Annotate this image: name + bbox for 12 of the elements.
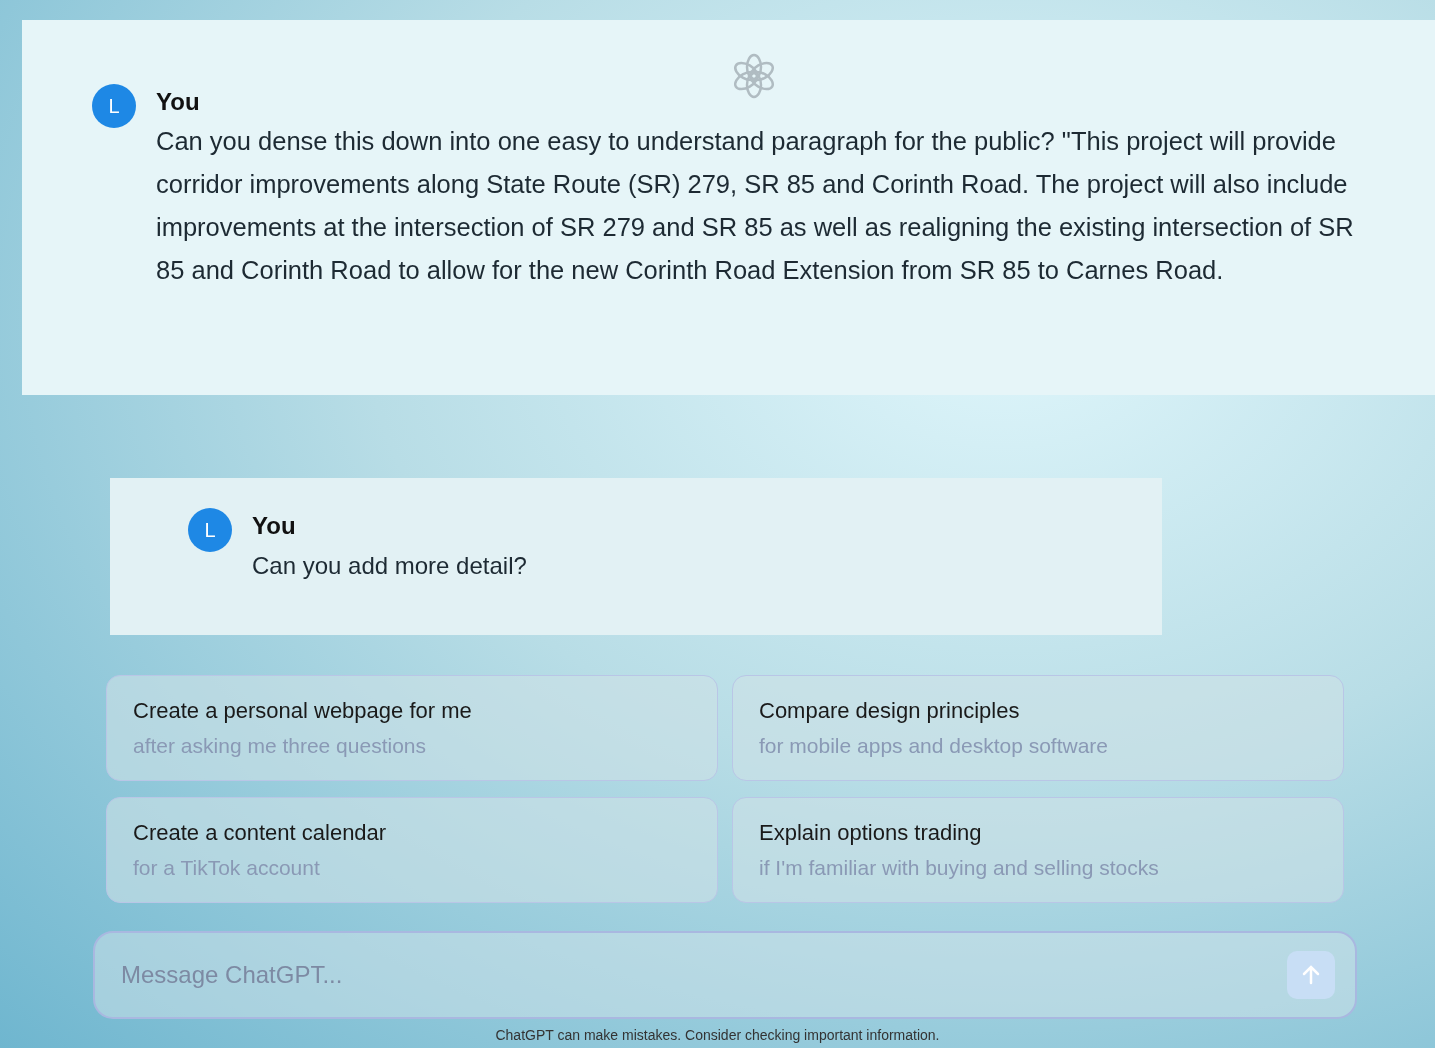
message-field[interactable]: Message ChatGPT... (93, 931, 1357, 1019)
message-text: Can you add more detail? (252, 551, 527, 581)
suggestion-card[interactable]: Explain options trading if I'm familiar with buying and selling stocks (732, 797, 1344, 903)
user-avatar: L (188, 508, 232, 552)
author-name: You (156, 88, 201, 116)
disclaimer-text: ChatGPT can make mistakes. Consider checking important information. (494, 1027, 941, 1043)
user-avatar: L (92, 84, 136, 128)
suggestion-card[interactable]: Create a content calendar for a TikTok account (106, 797, 718, 903)
message-text: Can you dense this down into one easy to understand paragraph for the public? "This project will provide corridor improvements along State Route (SR) 279, SR 85 and Corinth Road. The project will also include improvements at the intersection of SR 279 and SR 85 as well as realigning the existing intersection of SR 85 and Corinth Road to allow for the new Corinth Road Extension from SR 85 to Carnes Road. (156, 126, 1355, 286)
author-name: You (252, 512, 297, 540)
suggestion-card[interactable]: Compare design principles for mobile apps and desktop software (732, 675, 1344, 781)
suggestion-card[interactable]: Create a personal webpage for me after asking me three questions (106, 675, 718, 781)
